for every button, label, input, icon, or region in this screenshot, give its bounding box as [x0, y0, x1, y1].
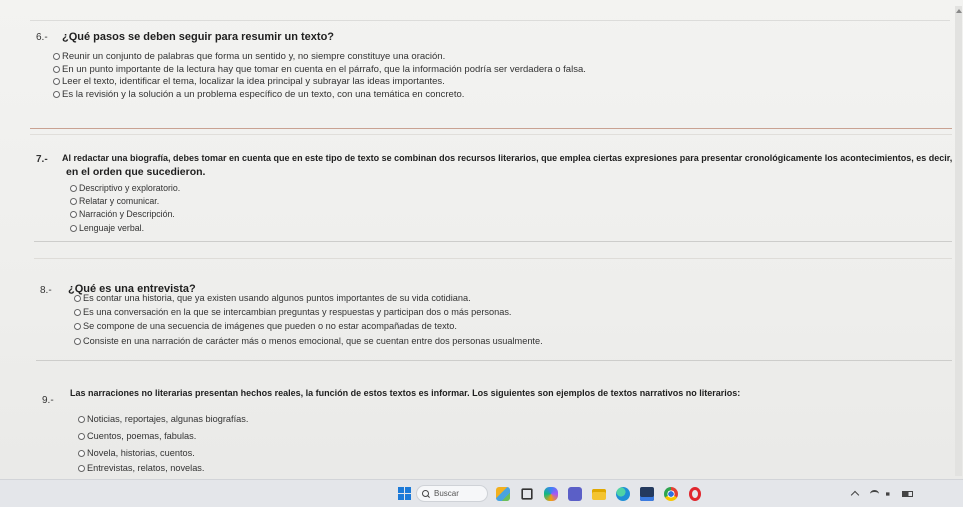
answer-option[interactable]: En un punto importante de la lectura hay…	[53, 64, 586, 75]
radio-button[interactable]	[74, 308, 81, 316]
answer-option[interactable]: Es la revisión y la solución a un proble…	[53, 89, 464, 100]
answer-option[interactable]: Noticias, reportajes, algunas biografías…	[78, 414, 248, 424]
question-text: Las narraciones no literarias presentan …	[70, 388, 741, 398]
question-text-wrapper: Al redactar una biografía, debes tomar e…	[62, 153, 954, 165]
radio-button[interactable]	[78, 449, 85, 457]
radio-button[interactable]	[78, 432, 85, 440]
radio-button[interactable]	[74, 294, 81, 302]
file-explorer-icon[interactable]	[592, 489, 606, 500]
wifi-icon[interactable]	[870, 490, 879, 498]
answer-option[interactable]: Entrevistas, relatos, novelas.	[78, 463, 204, 473]
radio-button[interactable]	[74, 337, 81, 345]
option-label: Es una conversación en la que se interca…	[83, 307, 512, 317]
radio-button[interactable]	[53, 78, 60, 85]
vertical-scrollbar[interactable]	[955, 6, 962, 476]
radio-button[interactable]	[70, 224, 77, 232]
radio-button[interactable]	[53, 91, 60, 98]
question-number: 7.-	[36, 154, 48, 165]
chrome-icon[interactable]	[664, 487, 678, 501]
option-label: Lenguaje verbal.	[79, 223, 145, 233]
option-label: En un punto importante de la lectura hay…	[62, 64, 586, 75]
copilot-icon[interactable]	[544, 487, 558, 501]
answer-option[interactable]: Leer el texto, identificar el tema, loca…	[53, 76, 445, 87]
question-divider	[36, 360, 952, 361]
answer-option[interactable]: Relatar y comunicar.	[70, 196, 159, 206]
answer-option[interactable]: Es una conversación en la que se interca…	[74, 307, 511, 317]
answer-option[interactable]: Narración y Descripción.	[70, 209, 175, 219]
top-divider	[30, 20, 950, 21]
option-label: Descriptivo y exploratorio.	[79, 183, 181, 193]
battery-icon[interactable]	[902, 491, 913, 497]
scroll-up-arrow-icon[interactable]	[956, 9, 962, 13]
option-label: Noticias, reportajes, algunas biografías…	[87, 414, 249, 424]
radio-button[interactable]	[70, 210, 77, 218]
option-label: Es la revisión y la solución a un proble…	[62, 89, 465, 100]
option-label: Entrevistas, relatos, novelas.	[87, 463, 205, 473]
option-label: Novela, historias, cuentos.	[87, 448, 195, 458]
option-label: Se compone de una secuencia de imágenes …	[83, 321, 457, 331]
answer-option[interactable]: Consiste en una narración de carácter má…	[74, 336, 543, 346]
question-divider	[30, 134, 952, 135]
radio-button[interactable]	[53, 53, 60, 60]
option-label: Consiste en una narración de carácter má…	[83, 336, 543, 346]
question-divider	[34, 241, 952, 242]
answer-option[interactable]: Es contar una historia, que ya existen u…	[74, 293, 471, 303]
answer-option[interactable]: Novela, historias, cuentos.	[78, 448, 195, 458]
taskbar-search-box[interactable]: Buscar	[416, 485, 488, 502]
answer-option[interactable]: Cuentos, poemas, fabulas.	[78, 431, 196, 441]
question-divider	[34, 258, 952, 259]
question-number: 9.-	[42, 395, 54, 406]
question-number: 8.-	[40, 285, 52, 296]
widgets-icon[interactable]	[496, 487, 510, 501]
chevron-up-icon[interactable]	[850, 490, 860, 500]
search-placeholder: Buscar	[434, 489, 459, 498]
edge-icon[interactable]	[616, 487, 630, 501]
question-text-continued: en el orden que sucedieron.	[66, 166, 206, 178]
radio-button[interactable]	[78, 415, 85, 423]
question-text-wrapper: Las narraciones no literarias presentan …	[70, 388, 950, 400]
answer-option[interactable]: Reunir un conjunto de palabras que forma…	[53, 51, 445, 62]
windows-start-icon[interactable]	[398, 487, 412, 501]
search-icon	[422, 489, 430, 498]
option-label: Relatar y comunicar.	[79, 196, 160, 206]
answer-option[interactable]: Descriptivo y exploratorio.	[70, 183, 180, 193]
question-divider	[30, 128, 952, 129]
option-label: Reunir un conjunto de palabras que forma…	[62, 51, 446, 62]
option-label: Cuentos, poemas, fabulas.	[87, 431, 197, 441]
chat-icon[interactable]	[568, 487, 582, 501]
radio-button[interactable]	[70, 197, 77, 205]
volume-icon[interactable]	[886, 490, 895, 498]
question-text: Al redactar una biografía, debes tomar e…	[62, 153, 953, 163]
store-icon[interactable]	[640, 487, 654, 501]
taskbar: Buscar	[0, 479, 963, 507]
radio-button[interactable]	[74, 322, 81, 330]
radio-button[interactable]	[78, 464, 85, 472]
opera-icon[interactable]	[689, 487, 701, 501]
answer-option[interactable]: Se compone de una secuencia de imágenes …	[74, 321, 457, 331]
question-number: 6.-	[36, 32, 48, 43]
task-view-icon[interactable]	[521, 488, 533, 500]
option-label: Narración y Descripción.	[79, 209, 175, 219]
radio-button[interactable]	[70, 184, 77, 192]
option-label: Leer el texto, identificar el tema, loca…	[62, 76, 445, 87]
question-text: ¿Qué pasos se deben seguir para resumir …	[62, 31, 335, 43]
option-label: Es contar una historia, que ya existen u…	[83, 293, 471, 303]
answer-option[interactable]: Lenguaje verbal.	[70, 223, 144, 233]
radio-button[interactable]	[53, 66, 60, 73]
